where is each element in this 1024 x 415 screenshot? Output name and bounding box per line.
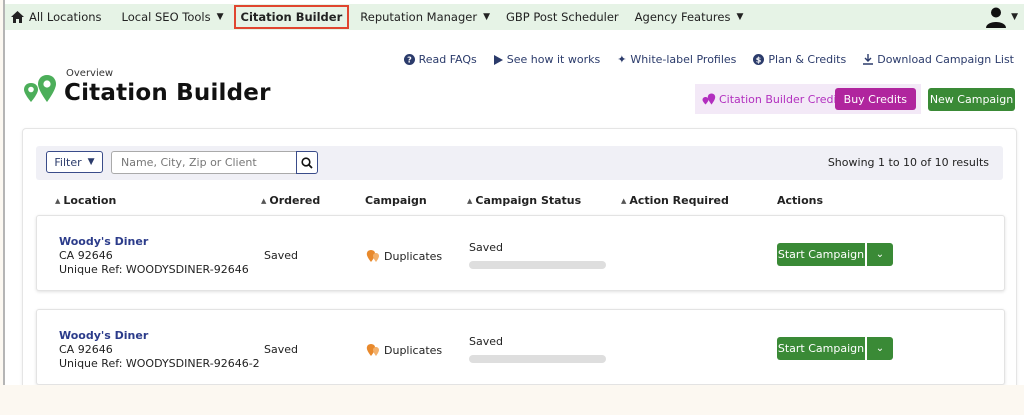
- ordered-value: Saved: [264, 249, 298, 262]
- location-unique-ref: Unique Ref: WOODYSDINER-92646-2: [59, 357, 260, 370]
- campaign-status: Saved: [469, 241, 503, 254]
- plan-credits-label: Plan & Credits: [768, 53, 847, 66]
- column-header-location[interactable]: ▲︎ Location: [55, 194, 116, 207]
- nav-gbp-post-scheduler[interactable]: GBP Post Scheduler: [500, 4, 625, 30]
- location-unique-ref: Unique Ref: WOODYSDINER-92646: [59, 263, 249, 276]
- nav-agency-features-label: Agency Features: [634, 10, 731, 24]
- table-row: Woody's Diner CA 92646 Unique Ref: WOODY…: [36, 215, 1005, 291]
- column-header-campaign-status[interactable]: ▲︎ Campaign Status: [467, 194, 581, 207]
- column-header-action-required[interactable]: ▲︎ Action Required: [621, 194, 729, 207]
- sort-icon: ▲︎: [261, 197, 267, 205]
- nav-reputation-manager-label: Reputation Manager: [360, 10, 478, 24]
- column-header-actions: Actions: [777, 194, 823, 207]
- campaign-type-label: Duplicates: [384, 343, 443, 357]
- question-circle-icon: ?: [403, 54, 415, 65]
- campaign-type: Duplicates: [366, 249, 442, 263]
- sort-icon: ▲︎: [55, 197, 61, 205]
- svg-text:$: $: [756, 56, 762, 65]
- search-button[interactable]: [296, 151, 318, 174]
- sort-icon: ▲︎: [467, 197, 473, 205]
- sort-icon: ▲︎: [621, 197, 627, 205]
- results-count: Showing 1 to 10 of 10 results: [827, 156, 989, 169]
- column-header-campaign: Campaign: [365, 194, 427, 207]
- chevron-down-icon: ▼: [216, 12, 224, 22]
- campaign-progress-bar: [469, 355, 606, 363]
- start-campaign-dropdown[interactable]: ⌄: [867, 243, 893, 266]
- filter-button[interactable]: Filter ▼: [46, 151, 103, 173]
- page-overline: Overview: [66, 68, 114, 79]
- white-label-profiles-link[interactable]: ✦ White-label Profiles: [617, 53, 736, 66]
- start-campaign-dropdown[interactable]: ⌄: [867, 337, 893, 360]
- location-address: CA 92646: [59, 343, 113, 356]
- nav-local-seo-tools-label: Local SEO Tools: [121, 10, 211, 24]
- app-window: All Locations Local SEO Tools ▼ Citation…: [3, 0, 1024, 385]
- duplicates-pin-icon: [366, 250, 379, 262]
- campaign-progress-bar: [469, 261, 606, 269]
- duplicates-pin-icon: [366, 344, 379, 356]
- see-how-it-works-link[interactable]: See how it works: [493, 53, 601, 66]
- nav-local-seo-tools[interactable]: Local SEO Tools ▼: [116, 4, 230, 30]
- location-pins-icon: [24, 75, 56, 102]
- filter-bar: Filter ▼ Showing 1 to 10 of 10 results: [36, 146, 1003, 180]
- read-faqs-label: Read FAQs: [418, 53, 477, 66]
- search-input[interactable]: [111, 151, 297, 174]
- column-header-actions-label: Actions: [777, 194, 823, 207]
- start-campaign-button[interactable]: Start Campaign: [777, 243, 865, 266]
- play-icon: [493, 54, 503, 65]
- campaign-panel: Filter ▼ Showing 1 to 10 of 10 results ▲…: [22, 128, 1017, 385]
- location-name-link[interactable]: Woody's Diner: [59, 329, 148, 342]
- plan-credits-link[interactable]: $ Plan & Credits: [753, 53, 846, 66]
- nav-agency-features[interactable]: Agency Features ▼: [629, 4, 750, 30]
- column-header-ordered-label: Ordered: [269, 194, 321, 207]
- nav-reputation-manager[interactable]: Reputation Manager ▼: [354, 4, 496, 30]
- chevron-down-icon: ⌄: [875, 249, 885, 260]
- table-row: Woody's Diner CA 92646 Unique Ref: WOODY…: [36, 309, 1005, 385]
- sparkle-icon: ✦: [617, 53, 627, 66]
- column-header-ordered[interactable]: ▲︎ Ordered: [261, 194, 320, 207]
- campaign-status: Saved: [469, 335, 503, 348]
- download-icon: [863, 54, 874, 65]
- download-campaign-list-label: Download Campaign List: [877, 53, 1014, 66]
- white-label-profiles-label: White-label Profiles: [630, 53, 737, 66]
- chevron-down-icon: ▼: [483, 12, 490, 22]
- column-header-campaign-label: Campaign: [365, 194, 427, 207]
- column-header-campaign-status-label: Campaign Status: [475, 194, 582, 207]
- header-links: ? Read FAQs See how it works ✦ White-lab…: [387, 53, 1014, 66]
- nav-all-locations[interactable]: All Locations: [5, 4, 108, 30]
- home-icon: [11, 11, 24, 23]
- chevron-down-icon: ▼: [736, 12, 744, 22]
- chevron-down-icon: ▼: [1011, 12, 1018, 22]
- download-campaign-list-link[interactable]: Download Campaign List: [863, 53, 1014, 66]
- campaign-type-label: Duplicates: [384, 249, 443, 263]
- credits-box: Citation Builder Credits: 2 Buy Credits: [695, 84, 921, 114]
- location-address: CA 92646: [59, 249, 113, 262]
- ordered-value: Saved: [264, 343, 298, 356]
- read-faqs-link[interactable]: ? Read FAQs: [403, 53, 477, 66]
- nav-all-locations-label: All Locations: [29, 10, 102, 24]
- top-nav: All Locations Local SEO Tools ▼ Citation…: [5, 4, 1024, 30]
- new-campaign-button[interactable]: New Campaign: [928, 88, 1015, 111]
- buy-credits-button[interactable]: Buy Credits: [834, 88, 916, 110]
- nav-gbp-post-scheduler-label: GBP Post Scheduler: [505, 10, 619, 24]
- user-icon: [986, 7, 1007, 28]
- campaign-type: Duplicates: [366, 343, 442, 357]
- chevron-down-icon: ▼: [87, 157, 95, 167]
- page-title: Citation Builder: [64, 80, 271, 106]
- search-icon: [301, 156, 313, 169]
- chevron-down-icon: ⌄: [875, 343, 885, 354]
- user-menu[interactable]: ▼: [985, 4, 1018, 30]
- nav-citation-builder-label: Citation Builder: [240, 10, 343, 24]
- nav-citation-builder[interactable]: Citation Builder: [233, 5, 350, 29]
- location-pins-icon: [702, 93, 716, 105]
- dollar-circle-icon: $: [753, 54, 765, 65]
- column-header-action-required-label: Action Required: [629, 194, 729, 207]
- column-header-location-label: Location: [63, 194, 117, 207]
- location-name-link[interactable]: Woody's Diner: [59, 235, 148, 248]
- filter-label: Filter: [54, 155, 82, 169]
- start-campaign-button[interactable]: Start Campaign: [777, 337, 865, 360]
- see-how-it-works-label: See how it works: [506, 53, 601, 66]
- svg-text:?: ?: [407, 56, 412, 65]
